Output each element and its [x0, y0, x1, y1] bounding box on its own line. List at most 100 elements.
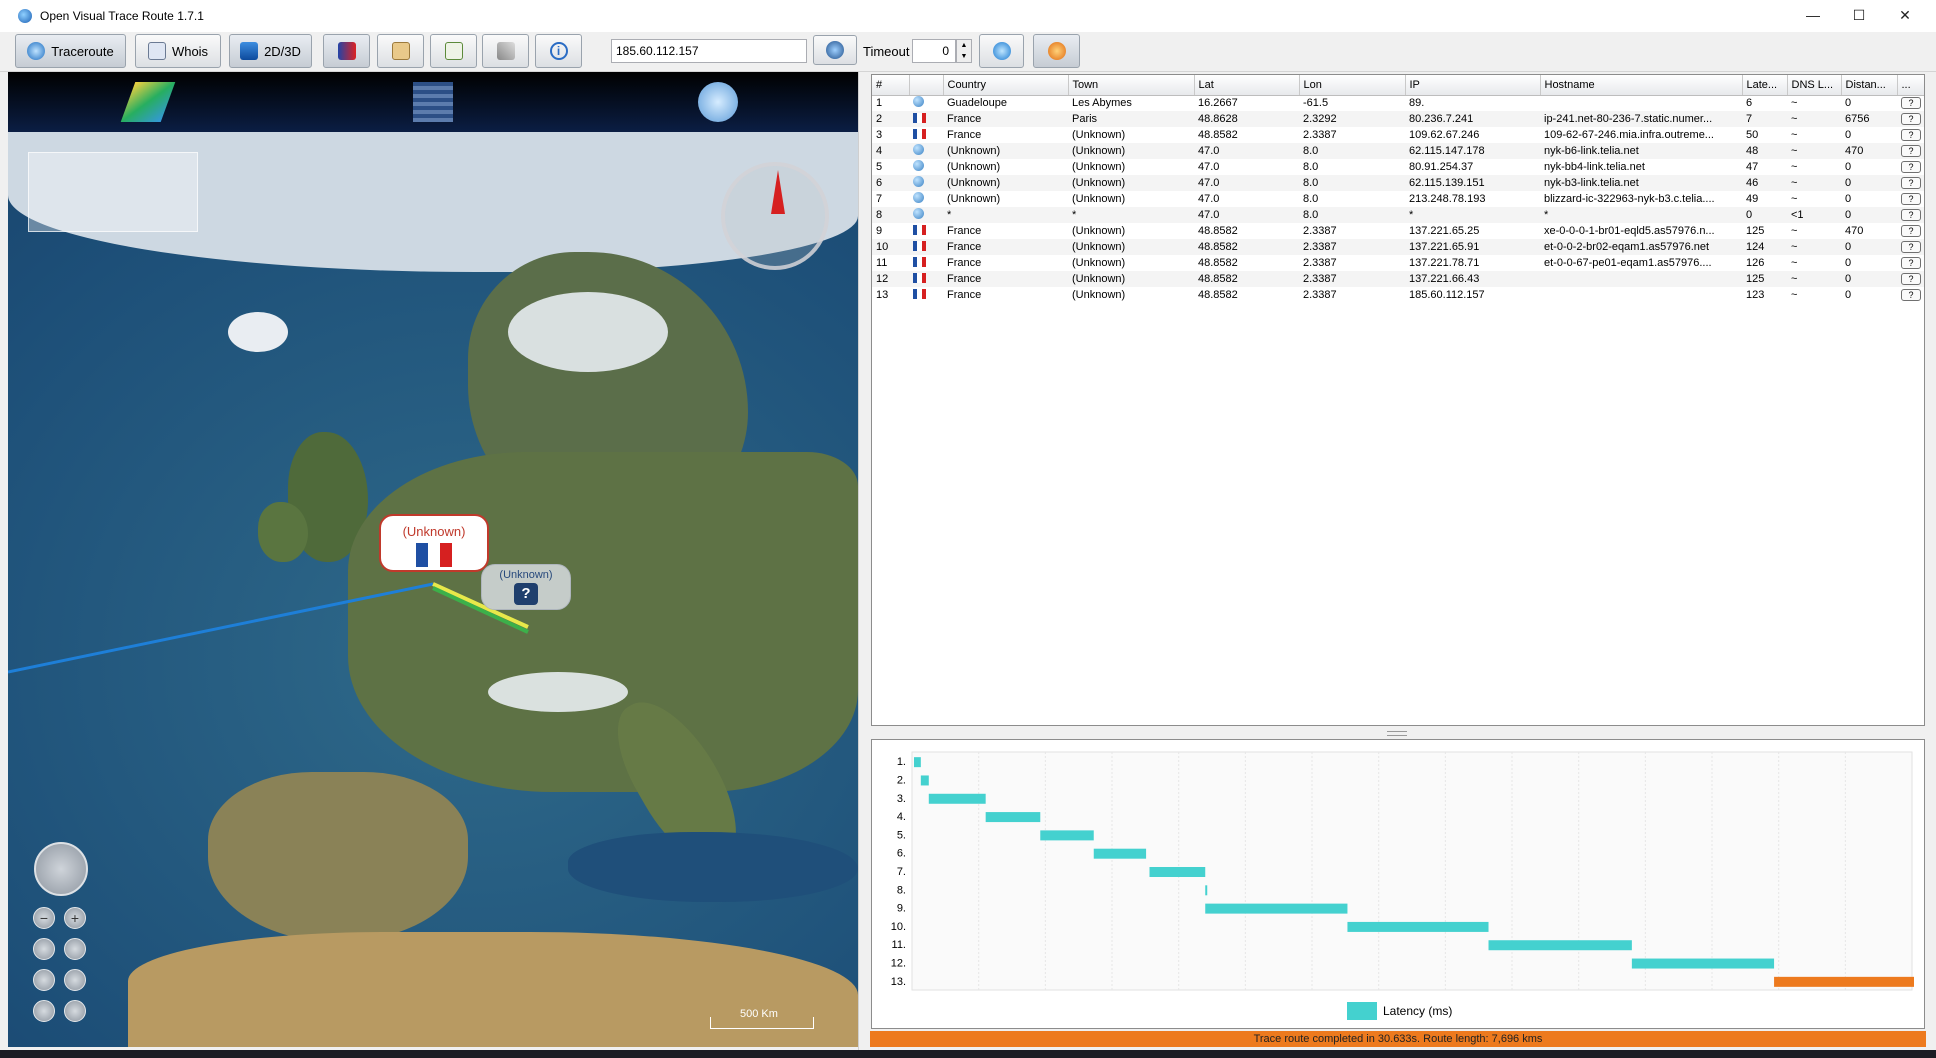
whois-row-button[interactable]: ? — [1901, 225, 1921, 237]
table-row[interactable]: 12 France (Unknown) 48.8582 2.3387 137.221.66… — [872, 271, 1924, 287]
table-row[interactable]: 6 (Unknown) (Unknown) 47.0 8.0 62.115.139.151… — [872, 175, 1924, 191]
town-cell: (Unknown) — [1068, 175, 1194, 191]
column-header[interactable]: Distan... — [1841, 75, 1898, 96]
whois-row-button[interactable]: ? — [1901, 241, 1921, 253]
clipboard-button[interactable] — [377, 34, 424, 68]
legend-label: Latency (ms) — [1383, 1004, 1453, 1018]
table-row[interactable]: 4 (Unknown) (Unknown) 47.0 8.0 62.115.147.178… — [872, 143, 1924, 159]
tilt-down-icon[interactable] — [64, 969, 86, 991]
column-header[interactable]: Lon — [1299, 75, 1406, 96]
whois-row-button[interactable]: ? — [1901, 177, 1921, 189]
traceroute-button[interactable]: Traceroute — [15, 34, 126, 68]
hostname-cell: et-0-0-67-pe01-eqam1.as57976.... — [1540, 255, 1742, 271]
table-row[interactable]: 5 (Unknown) (Unknown) 47.0 8.0 80.91.254.37 ny… — [872, 159, 1924, 175]
lon-cell: 2.3387 — [1299, 239, 1405, 255]
globe-map[interactable]: (Unknown) (Unknown) ? − + 500 Km — [8, 72, 858, 1047]
lon-cell: 2.3387 — [1299, 271, 1405, 287]
column-header[interactable]: Hostname — [1540, 75, 1743, 96]
screenshot-button[interactable] — [323, 34, 370, 68]
country-cell: France — [943, 271, 1068, 287]
town-cell: Les Abymes — [1068, 95, 1194, 111]
dns-cell: ~ — [1787, 143, 1841, 159]
column-header[interactable]: # — [872, 75, 910, 96]
column-header[interactable]: Lat — [1194, 75, 1300, 96]
locate-button[interactable] — [813, 35, 857, 65]
hop-bubble-france[interactable]: (Unknown) — [379, 514, 489, 572]
whois-row-button[interactable]: ? — [1901, 161, 1921, 173]
whois-row-button[interactable]: ? — [1901, 209, 1921, 221]
dns-cell: ~ — [1787, 191, 1841, 207]
ip-address-input[interactable] — [611, 39, 807, 63]
town-cell: (Unknown) — [1068, 239, 1194, 255]
table-row[interactable]: 7 (Unknown) (Unknown) 47.0 8.0 213.248.78.193… — [872, 191, 1924, 207]
zoom-out-button[interactable]: − — [33, 907, 55, 929]
exaggerate-up-icon[interactable] — [64, 1000, 86, 1022]
timeout-input[interactable] — [912, 39, 956, 63]
unknown-location-icon — [913, 192, 924, 203]
column-header[interactable]: Late... — [1742, 75, 1788, 96]
lon-cell: 2.3387 — [1299, 223, 1405, 239]
hop-bubble-unknown[interactable]: (Unknown) ? — [481, 564, 571, 610]
minimize-button[interactable]: — — [1790, 0, 1836, 30]
hop-number: 2 — [872, 111, 909, 127]
horizontal-splitter[interactable] — [871, 729, 1925, 737]
hostname-cell: nyk-b3-link.telia.net — [1540, 175, 1742, 191]
whois-cell: ? — [1897, 207, 1924, 223]
whois-row-button[interactable]: ? — [1901, 113, 1921, 125]
column-header[interactable] — [909, 75, 944, 96]
hop-icon — [909, 223, 943, 239]
whois-row-button[interactable]: ? — [1901, 257, 1921, 269]
latency-cell: 48 — [1742, 143, 1787, 159]
column-header[interactable]: DNS L... — [1787, 75, 1842, 96]
table-row[interactable]: 1 Guadeloupe Les Abymes 16.2667 -61.5 89. 6 ~0? — [872, 95, 1924, 111]
whois-row-button[interactable]: ? — [1901, 97, 1921, 110]
stop-icon — [1047, 42, 1066, 60]
table-row[interactable]: 2 France Paris 48.8628 2.3292 80.236.7.241 ip-… — [872, 111, 1924, 127]
whois-cell: ? — [1897, 175, 1924, 191]
start-trace-button[interactable] — [979, 34, 1024, 68]
lon-cell: -61.5 — [1299, 95, 1405, 111]
column-header[interactable]: Town — [1068, 75, 1195, 96]
tilt-up-icon[interactable] — [33, 969, 55, 991]
lon-cell: 2.3387 — [1299, 255, 1405, 271]
hostname-cell: * — [1540, 207, 1742, 223]
table-row[interactable]: 9 France (Unknown) 48.8582 2.3387 137.221.65.… — [872, 223, 1924, 239]
stop-button[interactable] — [1033, 34, 1080, 68]
rotate-right-icon[interactable] — [64, 938, 86, 960]
dns-cell: ~ — [1787, 239, 1841, 255]
rotate-left-icon[interactable] — [33, 938, 55, 960]
bubble-label-secondary: (Unknown) — [499, 569, 553, 581]
whois-row-button[interactable]: ? — [1901, 193, 1921, 205]
maximize-button[interactable]: ☐ — [1836, 0, 1882, 30]
exaggerate-down-icon[interactable] — [33, 1000, 55, 1022]
vertical-splitter[interactable] — [858, 72, 868, 1050]
timeout-spinner[interactable]: ▲ ▼ — [956, 39, 972, 63]
close-button[interactable]: ✕ — [1882, 0, 1928, 30]
mode-2d3d-button[interactable]: 2D/3D — [229, 34, 312, 68]
latency-bar — [985, 812, 1041, 823]
table-row[interactable]: 10 France (Unknown) 48.8582 2.3387 137.221.65… — [872, 239, 1924, 255]
dns-cell: ~ — [1787, 159, 1841, 175]
zoom-in-button[interactable]: + — [64, 907, 86, 929]
pan-control[interactable] — [34, 842, 88, 896]
whois-row-button[interactable]: ? — [1901, 273, 1921, 285]
whois-button[interactable]: Whois — [135, 34, 221, 68]
whois-row-button[interactable]: ? — [1901, 129, 1921, 141]
unknown-location-icon — [913, 144, 924, 155]
hop-icon — [909, 287, 943, 303]
country-cell: (Unknown) — [943, 191, 1068, 207]
about-button[interactable]: i — [535, 34, 582, 68]
title-bar: Open Visual Trace Route 1.7.1 — ☐ ✕ — [0, 0, 1936, 32]
export-button[interactable] — [430, 34, 477, 68]
table-row[interactable]: 3 France (Unknown) 48.8582 2.3387 109.62.67.2… — [872, 127, 1924, 143]
column-header[interactable]: ... — [1897, 75, 1924, 96]
table-row[interactable]: 8 * * 47.0 8.0 * * 0 <1 0? — [872, 207, 1924, 223]
column-header[interactable]: Country — [943, 75, 1069, 96]
table-row[interactable]: 11 France (Unknown) 48.8582 2.3387 137.221.78… — [872, 255, 1924, 271]
settings-button[interactable] — [482, 34, 529, 68]
hop-number: 7 — [872, 191, 909, 207]
whois-row-button[interactable]: ? — [1901, 145, 1921, 157]
table-row[interactable]: 13 France (Unknown) 48.8582 2.3387 185.60.112… — [872, 287, 1924, 303]
column-header[interactable]: IP — [1405, 75, 1541, 96]
whois-row-button[interactable]: ? — [1901, 289, 1921, 301]
